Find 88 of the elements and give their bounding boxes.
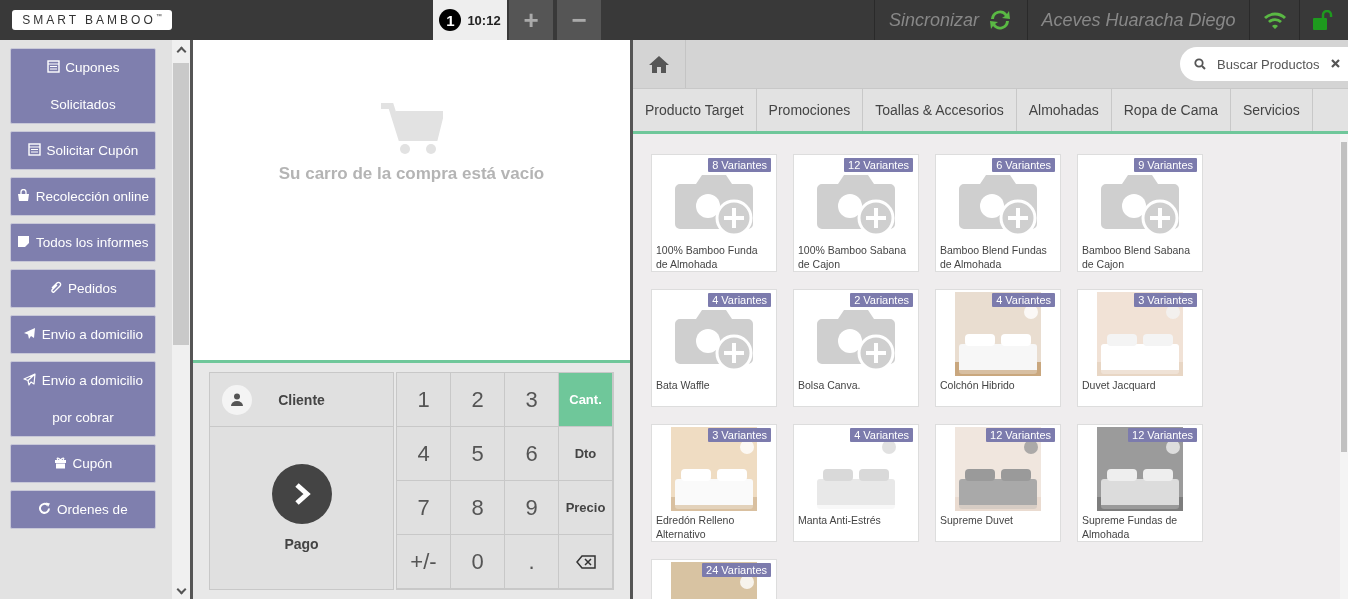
- search-field[interactable]: Buscar Productos: [1180, 47, 1348, 81]
- product-card[interactable]: 6 Variantes Bamboo Blend Fundas de Almohada: [935, 154, 1061, 272]
- variants-badge: 4 Variantes: [850, 428, 913, 442]
- variants-badge: 12 Variantes: [1128, 428, 1197, 442]
- sidebar-button[interactable]: Todos los informes: [10, 223, 156, 262]
- product-card[interactable]: 4 Variantes Manta Anti-Estrés: [793, 424, 919, 542]
- product-name: Bata Waffle: [655, 378, 711, 392]
- keypad-key[interactable]: 4: [397, 427, 451, 481]
- product-name: Colchón Hibrido: [939, 378, 1016, 392]
- keypad-key[interactable]: .: [505, 535, 559, 589]
- product-card[interactable]: 3 Variantes Duvet Jacquard: [1077, 289, 1203, 407]
- paper-plane-icon: [22, 327, 36, 340]
- logo-text: SMART BAMBOO: [22, 13, 156, 27]
- product-name: Supreme Fundas de Almohada: [1081, 513, 1179, 541]
- backspace-icon: [575, 554, 596, 569]
- keypad-key[interactable]: +/-: [397, 535, 451, 589]
- product-name: 100% Bamboo Sabana de Cajon: [797, 243, 907, 271]
- keypad-key[interactable]: 3: [505, 373, 559, 427]
- product-name: Bolsa Canva.: [797, 378, 862, 392]
- order-number: 1: [439, 9, 462, 31]
- product-card[interactable]: 24 Variantes: [651, 559, 777, 599]
- scrollbar[interactable]: [1340, 134, 1348, 599]
- variants-badge: 3 Variantes: [708, 428, 771, 442]
- calendar-icon: [46, 60, 60, 73]
- variants-badge: 4 Variantes: [992, 293, 1055, 307]
- note-icon: [17, 235, 31, 248]
- variants-badge: 8 Variantes: [708, 158, 771, 172]
- home-icon: [648, 54, 670, 74]
- gift-icon: [53, 456, 67, 469]
- keypad-key[interactable]: 2: [451, 373, 505, 427]
- refresh-icon: [987, 8, 1013, 32]
- product-card[interactable]: 12 Variantes 100% Bamboo Sabana de Cajon: [793, 154, 919, 272]
- keypad-key[interactable]: 7: [397, 481, 451, 535]
- sidebar-button[interactable]: Cupones Solicitados: [10, 48, 156, 124]
- variants-badge: 6 Variantes: [992, 158, 1055, 172]
- add-order-button[interactable]: +: [509, 0, 553, 40]
- sidebar-button[interactable]: Cupón: [10, 444, 156, 483]
- product-card[interactable]: 3 Variantes Edredón Relleno Alternativo: [651, 424, 777, 542]
- product-card[interactable]: 12 Variantes Supreme Fundas de Almohada: [1077, 424, 1203, 542]
- close-icon[interactable]: [1331, 59, 1340, 68]
- product-card[interactable]: 8 Variantes 100% Bamboo Funda de Almohada: [651, 154, 777, 272]
- paper-plane-icon: [22, 373, 36, 386]
- backspace-button[interactable]: [559, 535, 613, 589]
- empty-cart-message: Su carro de la compra está vacío: [278, 164, 545, 184]
- keypad-key[interactable]: 1: [397, 373, 451, 427]
- variants-badge: 4 Variantes: [708, 293, 771, 307]
- order-time: 10:12: [467, 12, 501, 28]
- refresh-icon: [38, 502, 52, 515]
- search-icon: [1194, 58, 1206, 70]
- scrollbar[interactable]: [172, 40, 190, 599]
- product-card[interactable]: 9 Variantes Bamboo Blend Sabana de Cajon: [1077, 154, 1203, 272]
- variants-badge: 12 Variantes: [844, 158, 913, 172]
- product-name: Bamboo Blend Fundas de Almohada: [939, 243, 1048, 271]
- remove-order-button[interactable]: −: [557, 0, 601, 40]
- variants-badge: 3 Variantes: [1134, 293, 1197, 307]
- product-name: Bamboo Blend Sabana de Cajon: [1081, 243, 1191, 271]
- sidebar-button[interactable]: Recolección online: [10, 177, 156, 216]
- mode-key[interactable]: Dto: [559, 427, 613, 481]
- cart-icon: [380, 102, 443, 156]
- sidebar-button[interactable]: Pedidos: [10, 269, 156, 308]
- product-card[interactable]: 4 Variantes Bata Waffle: [651, 289, 777, 407]
- product-name: Edredón Relleno Alternativo: [655, 513, 736, 541]
- variants-badge: 12 Variantes: [986, 428, 1055, 442]
- product-card[interactable]: 12 Variantes Supreme Duvet: [935, 424, 1061, 542]
- mode-key[interactable]: Precio: [559, 481, 613, 535]
- variants-badge: 9 Variantes: [1134, 158, 1197, 172]
- variants-badge: 24 Variantes: [702, 563, 771, 577]
- product-card[interactable]: 2 Variantes Bolsa Canva.: [793, 289, 919, 407]
- calendar-icon: [27, 143, 41, 156]
- sidebar-button[interactable]: Envio a domicilio por cobrar: [10, 361, 156, 437]
- sidebar-button[interactable]: Solicitar Cupón: [10, 131, 156, 170]
- product-card[interactable]: 4 Variantes Colchón Hibrido: [935, 289, 1061, 407]
- order-tab[interactable]: 1 10:12: [433, 0, 507, 40]
- keypad-key[interactable]: 5: [451, 427, 505, 481]
- keypad-key[interactable]: 8: [451, 481, 505, 535]
- keypad-key[interactable]: 9: [505, 481, 559, 535]
- user-icon: [222, 384, 252, 415]
- product-name: Supreme Duvet: [939, 513, 1014, 527]
- keypad-key[interactable]: 0: [451, 535, 505, 589]
- shopping-bag-icon: [16, 189, 30, 202]
- paperclip-icon: [49, 281, 63, 294]
- keypad-key[interactable]: 6: [505, 427, 559, 481]
- sidebar-button[interactable]: Envio a domicilio: [10, 315, 156, 354]
- product-name: Duvet Jacquard: [1081, 378, 1157, 392]
- variants-badge: 2 Variantes: [850, 293, 913, 307]
- sidebar-button[interactable]: Ordenes de: [10, 490, 156, 529]
- product-name: 100% Bamboo Funda de Almohada: [655, 243, 759, 271]
- product-name: Manta Anti-Estrés: [797, 513, 882, 527]
